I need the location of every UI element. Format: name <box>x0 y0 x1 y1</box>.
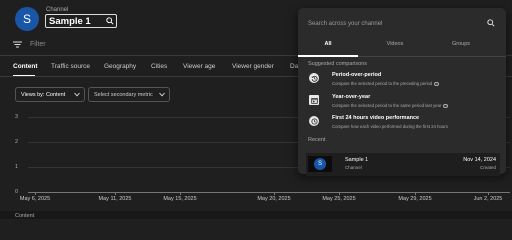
search-icon[interactable] <box>106 17 114 25</box>
x-tick-mark <box>339 192 340 195</box>
channel-name: Sample 1 <box>49 16 91 27</box>
active-tab-indicator <box>298 55 358 57</box>
x-tick-mark <box>115 192 116 195</box>
channel-selector[interactable]: Sample 1 <box>45 14 117 28</box>
secondary-metric-dropdown[interactable]: Select secondary metric <box>88 87 170 102</box>
tab-cities[interactable]: Cities <box>151 63 167 70</box>
tab-content[interactable]: Content <box>13 63 38 70</box>
comparison-description: Compare how each video performed during … <box>332 124 448 129</box>
comparison-description: Compare the selected period to the prece… <box>332 81 439 87</box>
views-by-label: Views by: Content <box>21 91 66 98</box>
history-icon <box>309 73 319 83</box>
channel-label: Channel <box>46 7 69 13</box>
x-tick-label: May 29, 2025 <box>398 196 432 202</box>
x-tick-label: May 6, 2025 <box>19 196 51 202</box>
search-popup: Search across your channel All Videos Gr… <box>298 8 506 174</box>
y-tick-label: 1 <box>15 164 19 170</box>
chevron-down-icon <box>74 92 80 97</box>
y-tick-label: 2 <box>15 139 19 145</box>
y-tick-label: 3 <box>15 114 19 120</box>
x-tick-label: May 20, 2025 <box>257 196 291 202</box>
y-tick-label: 0 <box>15 189 19 195</box>
x-tick-mark <box>274 192 275 195</box>
help-icon[interactable]: ? <box>443 103 448 109</box>
tab-viewer-gender[interactable]: Viewer gender <box>232 63 274 70</box>
popup-tab-videos[interactable]: Videos <box>387 41 404 47</box>
search-input[interactable]: Search across your channel <box>308 21 382 27</box>
clock-icon <box>309 116 319 126</box>
search-icon[interactable] <box>487 19 495 27</box>
x-tick-mark <box>180 192 181 195</box>
suggested-comparisons-heading: Suggested comparisons <box>308 61 368 67</box>
filter-icon[interactable] <box>13 41 22 48</box>
x-tick-label: May 15, 2025 <box>163 196 197 202</box>
comparison-title: First 24 hours video performance <box>332 115 420 121</box>
x-tick-label: Jun 2, 2025 <box>473 196 503 202</box>
views-by-dropdown[interactable]: Views by: Content <box>15 87 85 102</box>
tab-traffic-source[interactable]: Traffic source <box>51 63 90 70</box>
x-axis-line <box>28 192 510 193</box>
x-tick-mark <box>35 192 36 195</box>
help-icon[interactable]: ? <box>434 81 439 87</box>
popup-tab-groups[interactable]: Groups <box>452 41 470 47</box>
channel-avatar[interactable]: S <box>15 7 39 31</box>
x-tick-mark <box>415 192 416 195</box>
comparison-description: Compare the selected period to the same … <box>332 103 448 109</box>
recent-heading: Recent <box>308 137 326 143</box>
x-tick-mark <box>488 192 489 195</box>
tab-viewer-age[interactable]: Viewer age <box>183 63 215 70</box>
tab-geography[interactable]: Geography <box>104 63 136 70</box>
calendar-icon <box>309 95 319 105</box>
secondary-metric-label: Select secondary metric <box>94 91 153 98</box>
comparison-title: Period-over-period <box>332 72 382 78</box>
popup-tab-all[interactable]: All <box>324 41 331 47</box>
filter-input[interactable]: Filter <box>30 41 46 48</box>
table-header-content: Content <box>15 213 35 219</box>
x-tick-label: May 11, 2025 <box>98 196 132 202</box>
table-header-strip <box>0 211 512 219</box>
x-tick-label: May 25, 2025 <box>322 196 356 202</box>
comparison-title: Year-over-year <box>332 94 371 100</box>
chevron-down-icon <box>159 92 165 97</box>
